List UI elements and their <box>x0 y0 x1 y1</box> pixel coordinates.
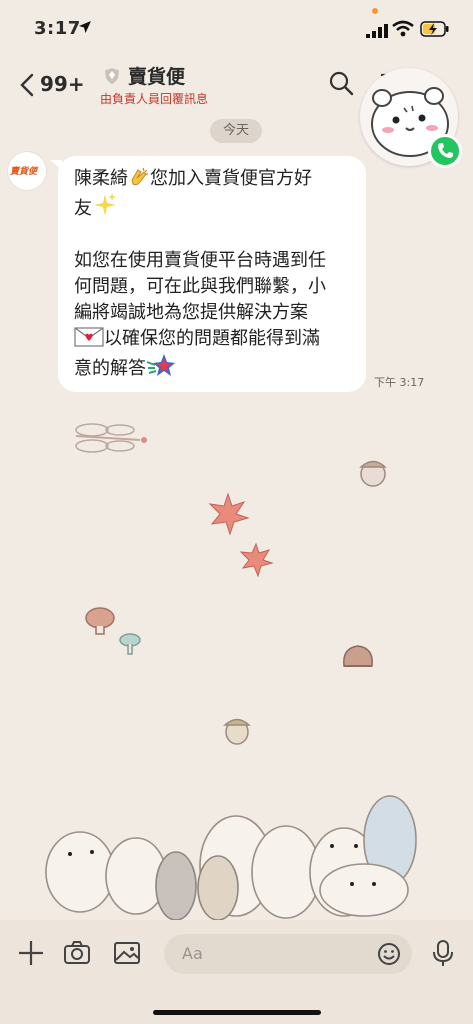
sparkles-icon <box>94 193 116 216</box>
input-placeholder: Aa <box>182 944 203 963</box>
sender-avatar[interactable]: 賣貨便 <box>8 152 46 190</box>
message-bubble[interactable]: 陳柔綺 您加入賣貨便官方好 友 如您在使用賣貨便平台時遇到任 何問題，可在此與我們… <box>58 156 366 392</box>
message-timestamp: 下午 3:17 <box>374 376 425 389</box>
phone-icon <box>438 143 453 158</box>
status-bar: 3:17 <box>0 0 473 58</box>
message-text: 以確保您的問題都能得到滿 <box>104 328 320 349</box>
message-line: 意的解答 <box>74 352 352 382</box>
clapping-hands-icon <box>131 167 148 186</box>
header-subtitle: 由負責人員回覆訊息 <box>100 92 209 106</box>
message-text: 意的解答 <box>74 358 146 379</box>
love-letter-icon <box>74 327 104 347</box>
smile-icon[interactable] <box>376 941 402 967</box>
shooting-star-icon <box>146 354 175 376</box>
unread-count[interactable]: 99+ <box>40 72 85 96</box>
plus-icon[interactable] <box>16 938 46 968</box>
message-input[interactable]: Aa <box>164 934 412 974</box>
chestnut-doodle-icon <box>343 645 373 667</box>
status-time: 3:17 <box>34 18 81 39</box>
mic-icon[interactable] <box>428 938 458 968</box>
message-line <box>74 222 352 248</box>
message-input-bar: Aa <box>0 920 473 1024</box>
dragonfly-doodle-icon <box>75 423 147 453</box>
wifi-icon <box>392 20 414 37</box>
message-line: 友 <box>74 192 352 222</box>
shield-icon <box>105 68 119 84</box>
battery-icon <box>420 21 449 37</box>
page-title: 賣貨便 <box>128 66 186 88</box>
home-indicator <box>153 1010 321 1015</box>
image-icon[interactable] <box>112 938 142 968</box>
message-line: 陳柔綺 您加入賣貨便官方好 <box>74 166 352 192</box>
acorn-doodle-icon <box>223 718 251 745</box>
message-line: 以確保您的問題都能得到滿 <box>74 326 352 352</box>
search-icon[interactable] <box>328 70 354 96</box>
acorn-doodle-icon <box>359 460 387 487</box>
mushroom-doodle-icon <box>85 607 141 655</box>
message-paragraph: 如您在使用賣貨便平台時遇到任 何問題，可在此與我們聯繫，小 編將竭誠地為您提供解… <box>74 250 326 323</box>
date-separator: 今天 <box>210 119 262 143</box>
maple-leaf-doodle-icon <box>208 492 250 536</box>
call-button[interactable] <box>428 134 462 168</box>
privacy-dot <box>372 8 378 14</box>
location-arrow-icon <box>79 21 91 33</box>
message-text: 您加入賣貨便官方好 <box>150 168 312 189</box>
cats-group-doodle-icon <box>45 795 417 920</box>
camera-icon[interactable] <box>62 938 92 968</box>
maple-leaf-doodle-icon <box>239 542 274 578</box>
message-text: 陳柔綺 <box>74 168 128 189</box>
message-text: 友 <box>74 198 92 219</box>
signal-icon <box>366 24 388 38</box>
sender-logo: 賣貨便 <box>10 167 38 177</box>
